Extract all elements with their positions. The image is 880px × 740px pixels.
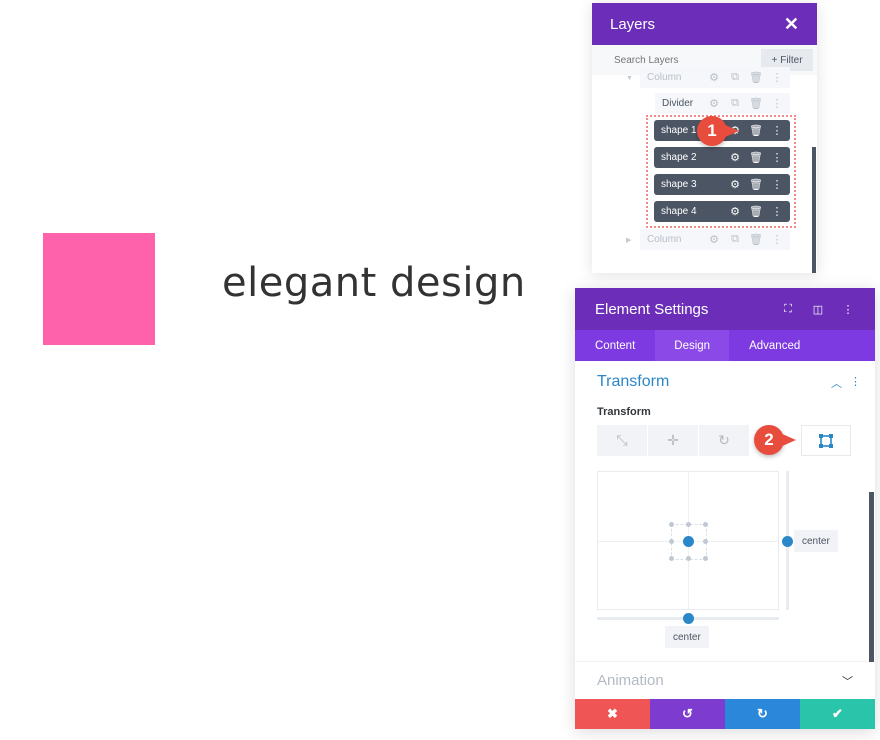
translate-tab[interactable]: ✛ bbox=[648, 425, 698, 456]
more-icon[interactable]: ⋮ bbox=[770, 151, 784, 165]
more-icon[interactable]: ⋮ bbox=[770, 205, 784, 219]
annotation-badge-1: 1 bbox=[697, 116, 739, 146]
save-button[interactable]: ✔ bbox=[800, 699, 875, 729]
origin-point-center-selected[interactable] bbox=[683, 536, 694, 547]
redo-icon: ↻ bbox=[757, 706, 768, 721]
layer-label: Column bbox=[647, 72, 682, 83]
animation-section-title: Animation bbox=[597, 672, 664, 689]
settings-scrollbar[interactable] bbox=[869, 492, 874, 662]
rotate-tab[interactable]: ↻ bbox=[699, 425, 749, 456]
layers-title: Layers bbox=[610, 15, 656, 33]
trash-icon[interactable]: 🗑 bbox=[749, 151, 763, 165]
undo-button[interactable]: ↺ bbox=[650, 699, 725, 729]
trash-icon[interactable]: 🗑 bbox=[749, 124, 763, 138]
section-more-icon[interactable]: ⋮ bbox=[850, 375, 861, 391]
transform-origin-grid[interactable] bbox=[597, 471, 779, 610]
tab-advanced[interactable]: Advanced bbox=[729, 330, 820, 361]
more-options-icon[interactable]: ⋮ bbox=[841, 302, 855, 316]
heading-text[interactable]: elegant design bbox=[222, 260, 526, 306]
transform-type-tabs: ⤡ ✛ ↻ bbox=[597, 425, 851, 456]
chevron-down-icon[interactable]: ﹀ bbox=[842, 673, 853, 689]
trash-icon[interactable]: 🗑 bbox=[749, 97, 763, 111]
layer-label: Divider bbox=[662, 98, 694, 109]
settings-title: Element Settings bbox=[595, 300, 709, 318]
trash-icon[interactable]: 🗑 bbox=[749, 71, 763, 85]
split-view-icon[interactable]: ◫ bbox=[811, 302, 825, 316]
gear-icon[interactable]: ⚙ bbox=[707, 233, 721, 247]
element-settings-panel: Element Settings ⛶ ◫ ⋮ Content Design Ad… bbox=[575, 288, 875, 729]
transform-section-title[interactable]: Transform bbox=[597, 373, 669, 391]
origin-point-bottom[interactable] bbox=[686, 556, 691, 561]
gear-icon[interactable]: ⚙ bbox=[728, 151, 742, 165]
filter-label: Filter bbox=[780, 54, 803, 66]
more-icon[interactable]: ⋮ bbox=[770, 71, 784, 85]
gear-icon[interactable]: ⚙ bbox=[728, 205, 742, 219]
search-layers-input[interactable] bbox=[592, 54, 761, 66]
origin-x-slider-handle[interactable] bbox=[683, 613, 694, 624]
origin-tab[interactable] bbox=[801, 425, 851, 456]
layer-label: Column bbox=[647, 234, 682, 245]
layer-row-divider[interactable]: Divider ⚙ ⧉ 🗑 ⋮ bbox=[655, 93, 790, 114]
origin-y-value[interactable]: center bbox=[794, 530, 838, 552]
transform-origin-icon bbox=[819, 433, 833, 448]
redo-button[interactable]: ↻ bbox=[725, 699, 800, 729]
more-icon[interactable]: ⋮ bbox=[770, 233, 784, 247]
duplicate-icon[interactable]: ⧉ bbox=[728, 71, 742, 85]
more-icon[interactable]: ⋮ bbox=[770, 124, 784, 138]
layer-row-shape-3[interactable]: shape 3 ⚙ 🗑 ⋮ bbox=[654, 174, 790, 195]
gear-icon[interactable]: ⚙ bbox=[728, 178, 742, 192]
layer-label: shape 4 bbox=[661, 206, 697, 217]
tab-design[interactable]: Design bbox=[655, 330, 730, 361]
layer-row-column-2[interactable]: Column ⚙ ⧉ 🗑 ⋮ bbox=[640, 229, 790, 250]
move-icon: ✛ bbox=[667, 432, 679, 448]
expand-caret-icon[interactable]: ▼ bbox=[626, 75, 633, 82]
animation-section[interactable]: Animation ﹀ bbox=[575, 661, 875, 699]
trash-icon[interactable]: 🗑 bbox=[749, 205, 763, 219]
layer-label: shape 3 bbox=[661, 179, 697, 190]
layer-row-shape-2[interactable]: shape 2 ⚙ 🗑 ⋮ bbox=[654, 147, 790, 168]
gear-icon[interactable]: ⚙ bbox=[707, 97, 721, 111]
origin-point-top-left[interactable] bbox=[669, 522, 674, 527]
layer-row-shape-4[interactable]: shape 4 ⚙ 🗑 ⋮ bbox=[654, 201, 790, 222]
pink-square-shape[interactable] bbox=[43, 233, 155, 345]
more-icon[interactable]: ⋮ bbox=[770, 97, 784, 111]
origin-x-value[interactable]: center bbox=[665, 626, 709, 648]
duplicate-icon[interactable]: ⧉ bbox=[728, 97, 742, 111]
origin-point-right[interactable] bbox=[703, 539, 708, 544]
fullscreen-icon[interactable]: ⛶ bbox=[781, 302, 795, 316]
plus-icon: + bbox=[771, 54, 778, 66]
trash-icon[interactable]: 🗑 bbox=[749, 178, 763, 192]
close-icon: ✖ bbox=[607, 706, 618, 721]
origin-point-left[interactable] bbox=[669, 539, 674, 544]
layers-scrollbar[interactable] bbox=[812, 147, 816, 273]
discard-button[interactable]: ✖ bbox=[575, 699, 650, 729]
transform-field-label: Transform bbox=[597, 406, 651, 418]
chevron-up-icon[interactable]: ︿ bbox=[831, 375, 842, 391]
origin-point-bottom-right[interactable] bbox=[703, 556, 708, 561]
scale-icon: ⤡ bbox=[616, 432, 628, 448]
rotate-icon: ↻ bbox=[718, 432, 730, 448]
layer-label: shape 2 bbox=[661, 152, 697, 163]
duplicate-icon[interactable]: ⧉ bbox=[728, 233, 742, 247]
collapse-caret-icon[interactable]: ▶ bbox=[626, 236, 631, 244]
origin-point-bottom-left[interactable] bbox=[669, 556, 674, 561]
origin-y-slider-handle[interactable] bbox=[782, 536, 793, 547]
undo-icon: ↺ bbox=[682, 706, 693, 721]
annotation-badge-2: 2 bbox=[754, 425, 796, 455]
close-icon[interactable]: ✕ bbox=[784, 14, 799, 35]
layers-header: Layers ✕ bbox=[592, 3, 817, 45]
check-icon: ✔ bbox=[832, 706, 843, 721]
trash-icon[interactable]: 🗑 bbox=[749, 233, 763, 247]
more-icon[interactable]: ⋮ bbox=[770, 178, 784, 192]
settings-footer: ✖ ↺ ↻ ✔ bbox=[575, 699, 875, 729]
settings-tabs: Content Design Advanced bbox=[575, 330, 875, 361]
origin-point-top[interactable] bbox=[686, 522, 691, 527]
tab-content[interactable]: Content bbox=[575, 330, 655, 361]
layer-row-column[interactable]: Column ⚙ ⧉ 🗑 ⋮ bbox=[640, 67, 790, 88]
scale-tab[interactable]: ⤡ bbox=[597, 425, 647, 456]
origin-point-top-right[interactable] bbox=[703, 522, 708, 527]
settings-header: Element Settings ⛶ ◫ ⋮ bbox=[575, 288, 875, 330]
gear-icon[interactable]: ⚙ bbox=[707, 71, 721, 85]
